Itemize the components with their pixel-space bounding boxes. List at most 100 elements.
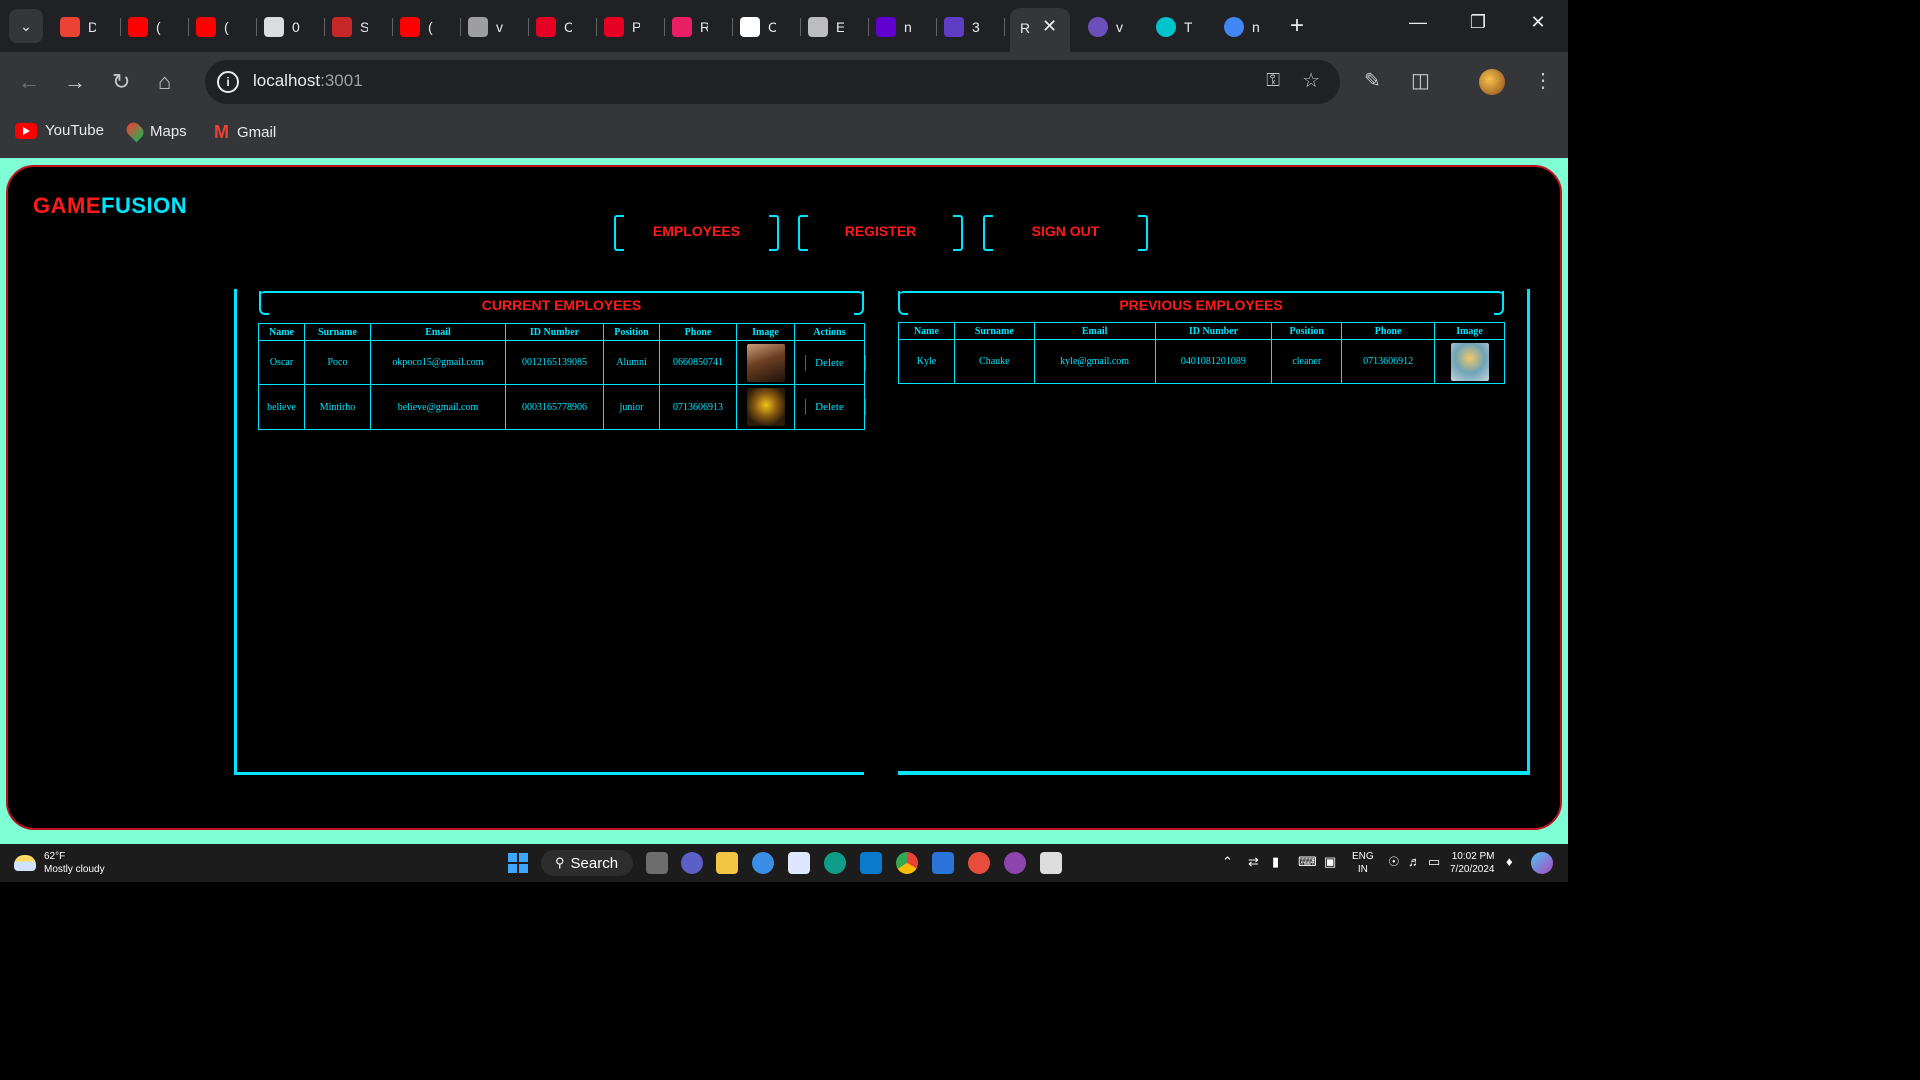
home-icon[interactable]: ⌂ xyxy=(158,69,171,95)
cell-surname: Poco xyxy=(304,340,371,385)
taskbar-search[interactable]: ⚲ Search xyxy=(541,850,633,876)
bookmark-gmail[interactable]: M Gmail xyxy=(214,122,276,143)
browser-tab[interactable]: v xyxy=(1088,12,1124,42)
transfer-icon[interactable]: ⇄ xyxy=(1248,854,1259,870)
clock-date: 7/20/2024 xyxy=(1450,864,1495,875)
maps-pin-icon xyxy=(123,119,147,143)
tab-separator xyxy=(936,18,937,36)
browser-tab[interactable]: n xyxy=(876,12,912,42)
address-bar[interactable]: i localhost:3001 ⚿ ☆ xyxy=(205,60,1340,104)
tab-title: 3 xyxy=(972,19,980,35)
layers-icon xyxy=(468,17,488,37)
close-window-icon[interactable]: ✕ xyxy=(1523,12,1553,33)
bookmark-youtube[interactable]: YouTube xyxy=(15,122,104,139)
browser-tab[interactable]: R xyxy=(672,12,708,42)
tab-separator xyxy=(1004,18,1005,36)
language-indicator[interactable]: ENG IN xyxy=(1352,850,1374,876)
tab-title: v xyxy=(1116,19,1123,35)
nav-employees-button[interactable]: EMPLOYEES xyxy=(614,215,779,251)
stats-icon[interactable]: ▮ xyxy=(1272,854,1279,870)
volume-icon[interactable]: ♬ xyxy=(1408,854,1421,869)
table-header-row: Name Surname Email ID Number Position Ph… xyxy=(258,323,865,341)
table-row: believe Mintirho believe@gmail.com 00031… xyxy=(258,384,866,430)
logo-part-game: GAME xyxy=(33,193,101,218)
password-key-icon[interactable]: ⚿ xyxy=(1266,70,1280,91)
browser-tab[interactable]: P xyxy=(604,12,640,42)
forward-icon[interactable]: → xyxy=(64,69,86,95)
cell-surname: Mintirho xyxy=(304,384,371,430)
cell-image xyxy=(1434,339,1505,384)
vscode-icon[interactable] xyxy=(860,852,882,874)
copilot-icon[interactable] xyxy=(1531,852,1553,874)
minimize-icon[interactable]: — xyxy=(1403,12,1433,33)
extensions-icon[interactable]: ◫ xyxy=(1411,68,1430,93)
tab-title: 0 xyxy=(292,19,300,35)
bookmarks-bar: YouTube Maps M Gmail xyxy=(0,112,1568,158)
taskbar-clock[interactable]: 10:02 PM 7/20/2024 xyxy=(1450,850,1495,876)
mail-icon[interactable] xyxy=(788,852,810,874)
slack-icon[interactable] xyxy=(968,852,990,874)
notification-bell-icon[interactable]: ♦ xyxy=(1506,854,1513,869)
site-info-icon[interactable]: i xyxy=(217,71,239,93)
display-icon[interactable]: ▣ xyxy=(1324,854,1336,870)
browser-tab[interactable]: n xyxy=(1224,12,1260,42)
column-header: Surname xyxy=(304,323,371,341)
new-tab-button[interactable]: + xyxy=(1290,12,1304,40)
cell-name: believe xyxy=(258,384,305,430)
show-hidden-icons-chevron-icon[interactable]: ⌃ xyxy=(1222,854,1233,870)
active-tab[interactable]: R ✕ xyxy=(1010,8,1070,52)
browser-tab[interactable]: 0 xyxy=(264,12,300,42)
close-tab-icon[interactable]: ✕ xyxy=(1042,16,1057,37)
restore-icon[interactable]: ❐ xyxy=(1463,12,1493,33)
weather-temp: 62°F xyxy=(44,851,66,862)
browser-tab[interactable]: C xyxy=(740,12,776,42)
tab-title: T xyxy=(1184,19,1192,35)
delete-button[interactable]: Delete xyxy=(805,399,866,415)
browser-tab[interactable]: ( xyxy=(196,12,232,42)
edge-icon[interactable] xyxy=(824,852,846,874)
browser-tab[interactable]: T xyxy=(1156,12,1192,42)
eyedropper-icon[interactable]: ✎ xyxy=(1364,68,1381,93)
battery-icon[interactable]: ▭ xyxy=(1428,854,1440,870)
reload-icon[interactable]: ↻ xyxy=(112,69,130,95)
tab-separator xyxy=(392,18,393,36)
tab-search-chevron-icon[interactable]: ⌄ xyxy=(9,9,43,43)
keyboard-icon[interactable]: ⌨ xyxy=(1298,854,1317,870)
chat-icon[interactable] xyxy=(752,852,774,874)
profile-avatar[interactable] xyxy=(1479,69,1505,95)
bookmark-maps[interactable]: Maps xyxy=(123,119,187,143)
canva-icon xyxy=(1156,17,1176,37)
tab-title: C xyxy=(564,19,572,35)
tab-separator xyxy=(868,18,869,36)
windows-start-icon[interactable] xyxy=(508,853,528,873)
photos-icon[interactable] xyxy=(932,852,954,874)
github-icon[interactable] xyxy=(1004,852,1026,874)
app-logo[interactable]: GAMEFUSION xyxy=(33,193,187,219)
bookmark-star-icon[interactable]: ☆ xyxy=(1302,68,1320,93)
cell-position: junior xyxy=(603,384,660,430)
file-explorer-icon[interactable] xyxy=(716,852,738,874)
chrome-icon[interactable] xyxy=(896,852,918,874)
network-globe-icon[interactable]: ☉ xyxy=(1388,854,1400,870)
nav-sign-out-button[interactable]: SIGN OUT xyxy=(983,215,1148,251)
browser-tab[interactable]: S xyxy=(332,12,368,42)
youtube-icon xyxy=(400,17,420,37)
browser-tab[interactable]: ( xyxy=(400,12,436,42)
delete-button[interactable]: Delete xyxy=(805,354,866,371)
browser-tab[interactable]: C xyxy=(536,12,572,42)
browser-tab[interactable]: 3 xyxy=(944,12,980,42)
url-text[interactable]: localhost:3001 xyxy=(253,71,363,91)
task-view-icon[interactable] xyxy=(646,852,668,874)
nav-register-button[interactable]: REGISTER xyxy=(798,215,963,251)
weather-widget[interactable]: 62°F Mostly cloudy xyxy=(14,850,105,876)
youtube-icon xyxy=(15,122,37,139)
menu-kebab-icon[interactable]: ⋮ xyxy=(1533,68,1553,93)
gmail-icon: M xyxy=(214,122,229,142)
browser-tab[interactable]: v xyxy=(468,12,504,42)
browser-tab[interactable]: D xyxy=(60,12,96,42)
app-store-icon[interactable] xyxy=(1040,852,1062,874)
teams-icon[interactable] xyxy=(681,852,703,874)
browser-tab[interactable]: E xyxy=(808,12,844,42)
back-icon[interactable]: ← xyxy=(18,69,40,95)
browser-tab[interactable]: ( xyxy=(128,12,164,42)
